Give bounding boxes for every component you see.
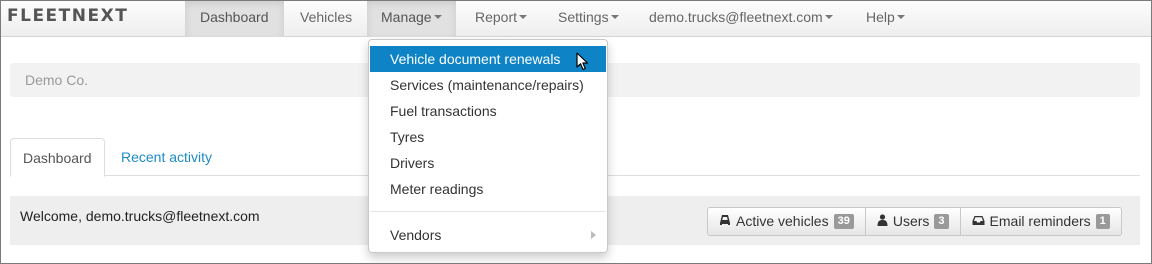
summary-button-group: Active vehicles 39 Users 3 Email reminde… (707, 207, 1122, 236)
brand-logo[interactable]: FLEETNEXT (7, 6, 128, 26)
active-vehicles-count-badge: 39 (833, 214, 854, 229)
menu-item-tyres[interactable]: Tyres (370, 124, 606, 150)
nav-settings-label: Settings (558, 9, 609, 25)
nav-dashboard[interactable]: Dashboard (185, 0, 284, 37)
caret-down-icon (433, 15, 442, 20)
caret-down-icon (519, 15, 528, 20)
nav-dashboard-label: Dashboard (200, 9, 269, 25)
chevron-right-icon (591, 231, 596, 239)
manage-dropdown-menu: Vehicle document renewals Services (main… (368, 39, 608, 253)
caret-down-icon (896, 15, 905, 20)
nav-vehicles[interactable]: Vehicles (285, 0, 367, 37)
email-reminders-count-badge: 1 (1095, 214, 1110, 229)
menu-item-vehicle-document-renewals[interactable]: Vehicle document renewals (370, 46, 606, 72)
nav-help-label: Help (866, 9, 895, 25)
active-vehicles-label: Active vehicles (736, 213, 829, 229)
company-name: Demo Co. (25, 72, 89, 88)
menu-item-vendors[interactable]: Vendors (370, 222, 606, 248)
email-reminders-label: Email reminders (989, 213, 1091, 229)
users-label: Users (892, 213, 930, 229)
inbox-icon (972, 208, 985, 235)
tab-recent-activity-label: Recent activity (121, 149, 213, 165)
email-reminders-button[interactable]: Email reminders 1 (959, 207, 1122, 236)
nav-settings[interactable]: Settings (543, 0, 634, 37)
nav-manage[interactable]: Manage (367, 0, 456, 37)
users-count-badge: 3 (934, 214, 949, 229)
nav-manage-label: Manage (381, 9, 432, 25)
menu-item-label: Tyres (390, 129, 425, 145)
caret-down-icon (610, 15, 619, 20)
mouse-pointer-icon (576, 52, 589, 74)
menu-item-label: Vendors (390, 227, 442, 243)
menu-item-label: Services (maintenance/repairs) (390, 77, 584, 93)
caret-down-icon (824, 15, 833, 20)
menu-item-drivers[interactable]: Drivers (370, 150, 606, 176)
nav-report[interactable]: Report (460, 0, 542, 37)
nav-help[interactable]: Help (851, 0, 920, 37)
menu-divider (370, 211, 606, 212)
menu-item-label: Fuel transactions (390, 103, 497, 119)
tab-dashboard[interactable]: Dashboard (10, 138, 105, 177)
users-button[interactable]: Users 3 (864, 207, 961, 236)
nav-vehicles-label: Vehicles (300, 9, 353, 25)
nav-user-account[interactable]: demo.trucks@fleetnext.com (634, 0, 848, 37)
user-icon (877, 208, 888, 235)
nav-report-label: Report (475, 9, 518, 25)
menu-item-label: Drivers (390, 155, 435, 171)
nav-user-account-label: demo.trucks@fleetnext.com (649, 9, 823, 25)
top-navbar: FLEETNEXT Dashboard Vehicles Manage Repo… (0, 0, 1152, 37)
welcome-message: Welcome, demo.trucks@fleetnext.com (20, 208, 260, 224)
menu-item-services[interactable]: Services (maintenance/repairs) (370, 72, 606, 98)
truck-icon (719, 208, 731, 235)
menu-item-label: Vehicle document renewals (390, 51, 561, 67)
menu-item-label: Meter readings (390, 181, 484, 197)
menu-item-meter-readings[interactable]: Meter readings (370, 176, 606, 202)
tab-dashboard-label: Dashboard (23, 150, 92, 166)
tab-recent-activity[interactable]: Recent activity (109, 138, 224, 176)
menu-item-fuel-transactions[interactable]: Fuel transactions (370, 98, 606, 124)
active-vehicles-button[interactable]: Active vehicles 39 (707, 207, 866, 236)
